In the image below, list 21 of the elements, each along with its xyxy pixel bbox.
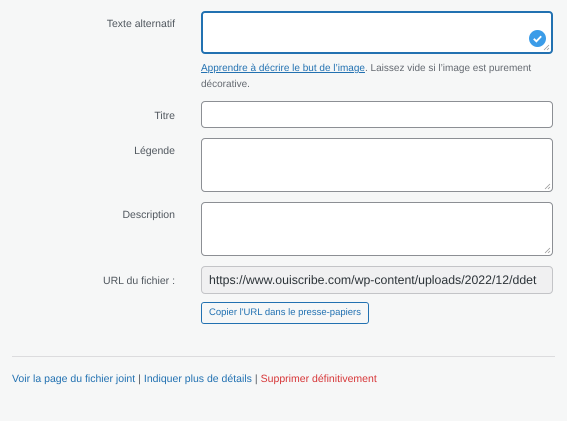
help-link[interactable]: Apprendre à décrire le but de l’image	[201, 63, 365, 74]
text-area[interactable]	[201, 202, 553, 256]
field-label: Légende	[133, 144, 176, 159]
text-area[interactable]	[201, 138, 553, 192]
field-label: Titre	[153, 109, 176, 124]
separator: |	[254, 372, 258, 387]
resize-handle-icon[interactable]	[544, 183, 551, 190]
separator: |	[138, 372, 141, 387]
action-link[interactable]: Indiquer plus de détails	[144, 372, 252, 388]
field-label: Texte alternatif	[106, 17, 176, 32]
text-area[interactable]	[201, 11, 553, 54]
delete-link[interactable]: Supprimer définitivement	[260, 372, 377, 388]
field-label: Description	[121, 208, 176, 223]
help-text: Apprendre à décrire le but de l’image. Laissez vide si l’image est purement décorative.	[201, 62, 532, 92]
url-field[interactable]: https://www.ouiscribe.com/wp-content/uploads/2022/12/ddet	[201, 266, 553, 294]
copy-url-button[interactable]: Copier l'URL dans le presse-papiers	[201, 302, 369, 324]
action-link[interactable]: Voir la page du fichier joint	[12, 372, 136, 388]
resize-handle-icon[interactable]	[543, 44, 550, 51]
resize-handle-icon[interactable]	[544, 247, 551, 254]
field-label: URL du fichier :	[102, 274, 176, 289]
text-input[interactable]	[201, 101, 553, 128]
